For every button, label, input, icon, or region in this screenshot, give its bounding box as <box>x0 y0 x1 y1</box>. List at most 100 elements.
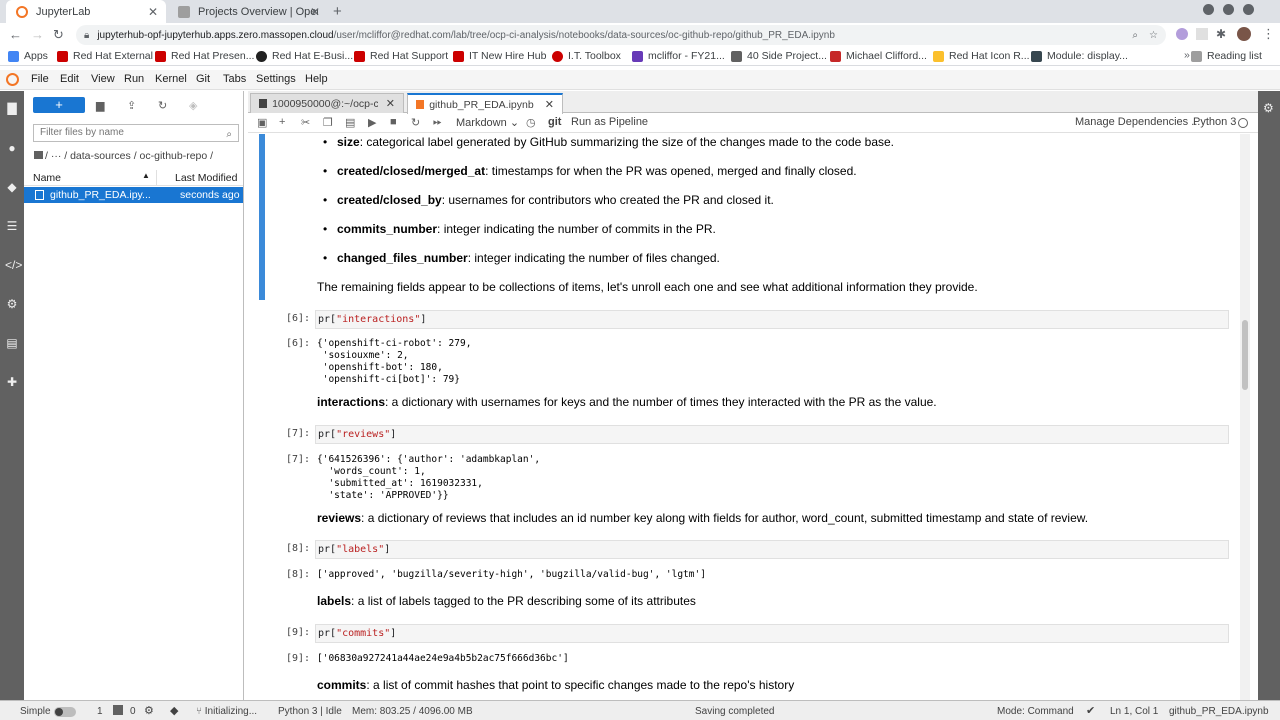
git-icon[interactable]: ◆ <box>5 180 19 194</box>
filter-files-input[interactable]: Filter files by name ⌕ <box>33 124 239 142</box>
bookmark-it-new-hire[interactable]: IT New Hire Hub <box>453 50 546 62</box>
kernel-status[interactable]: Python 3 | Idle <box>278 706 342 717</box>
bookmark-red-hat-support[interactable]: Red Hat Support <box>354 50 448 62</box>
tab-notebook[interactable]: github_PR_EDA.ipynb ✕ <box>407 93 563 114</box>
sheet-icon <box>731 50 742 62</box>
restart-icon[interactable]: ↻ <box>411 116 420 129</box>
code-icon[interactable]: </> <box>5 258 22 272</box>
refresh-icon[interactable]: ↻ <box>158 99 167 112</box>
bookmark-mcliffor[interactable]: mcliffor - FY21... <box>632 50 725 62</box>
close-icon[interactable]: ✕ <box>148 5 158 19</box>
list-item: created/closed_by: usernames for contrib… <box>323 193 774 207</box>
menu-help[interactable]: Help <box>305 73 328 85</box>
close-icon[interactable]: ✕ <box>310 5 320 19</box>
tab-terminal[interactable]: 1000950000@:~/ocp-ci-an ✕ <box>250 93 404 113</box>
browser-tab-jupyterlab[interactable]: JupyterLab ✕ <box>6 0 166 23</box>
scrollbar-thumb[interactable] <box>1242 320 1248 390</box>
star-icon[interactable]: ☆ <box>1149 30 1158 41</box>
bookmark-michael[interactable]: Michael Clifford... <box>830 50 927 62</box>
minimize-icon[interactable] <box>1203 4 1214 15</box>
new-tab-icon[interactable]: + <box>333 3 342 20</box>
simple-mode-toggle[interactable] <box>54 707 76 717</box>
browser-tab-projects[interactable]: Projects Overview | Opera ✕ <box>168 0 328 23</box>
git-button[interactable]: git <box>548 116 561 128</box>
avatar[interactable] <box>1237 27 1251 41</box>
bookmarks-overflow-icon[interactable]: » <box>1184 49 1190 61</box>
kernel-count[interactable]: 0 <box>130 706 136 717</box>
running-icon[interactable]: ● <box>5 141 19 155</box>
code-cell[interactable]: pr["interactions"] <box>315 310 1229 329</box>
bookmark-40-side[interactable]: 40 Side Project... <box>731 50 827 62</box>
cell-type-select[interactable]: Markdown ⌄ <box>456 116 519 129</box>
menu-kernel[interactable]: Kernel <box>155 73 187 85</box>
git-status[interactable]: ⑂ Initializing... <box>196 706 257 717</box>
table-of-contents-icon[interactable]: ☰ <box>5 219 19 233</box>
forward-icon[interactable]: → <box>31 27 44 42</box>
more-menu-icon[interactable]: ⋮ <box>1262 26 1275 42</box>
notebook-scrollbar[interactable] <box>1240 134 1250 700</box>
url-input[interactable]: 🔒︎ jupyterhub-opf-jupyterhub.apps.zero.m… <box>76 25 1166 45</box>
column-name[interactable]: Name <box>33 172 61 184</box>
code-cell[interactable]: pr["reviews"] <box>315 425 1229 444</box>
fast-forward-icon[interactable]: ⏩︎ <box>433 116 442 129</box>
close-window-icon[interactable] <box>1243 4 1254 15</box>
extension-icon[interactable] <box>1196 28 1208 40</box>
git-icon[interactable]: ◆ <box>170 704 178 717</box>
markdown-paragraph: labels: a list of labels tagged to the P… <box>317 594 696 608</box>
git-clone-icon[interactable]: ◈ <box>189 99 197 112</box>
menu-settings[interactable]: Settings <box>256 73 296 85</box>
property-inspector-icon[interactable]: ▤ <box>5 336 19 350</box>
maximize-icon[interactable] <box>1223 4 1234 15</box>
notebook-icon <box>35 190 44 200</box>
file-row[interactable]: github_PR_EDA.ipy... seconds ago <box>24 187 243 203</box>
trusted-icon[interactable]: ✔ <box>1086 704 1095 717</box>
close-icon[interactable]: ✕ <box>545 98 554 111</box>
add-cell-icon[interactable]: + <box>279 116 285 128</box>
bookmark-red-hat-presen[interactable]: Red Hat Presen... <box>155 50 254 62</box>
terminal-count[interactable]: 1 <box>97 706 103 717</box>
kernel-name[interactable]: Python 3 <box>1193 116 1236 128</box>
copy-icon[interactable]: ❐ <box>323 116 333 129</box>
bookmark-red-hat-ebusi[interactable]: Red Hat E-Busi... <box>256 50 353 62</box>
bookmark-it-toolbox[interactable]: I.T. Toolbox <box>552 50 621 62</box>
property-inspector-icon[interactable]: ⚙ <box>1263 101 1274 115</box>
bookmark-reading-list[interactable]: Reading list <box>1191 50 1262 62</box>
extension-icon[interactable] <box>1176 28 1188 40</box>
menu-view[interactable]: View <box>91 73 115 85</box>
menu-edit[interactable]: Edit <box>60 73 79 85</box>
code-cell[interactable]: pr["labels"] <box>315 540 1229 559</box>
menu-run[interactable]: Run <box>124 73 144 85</box>
cursor-position[interactable]: Ln 1, Col 1 <box>1110 706 1158 717</box>
upload-icon[interactable]: ⇪ <box>127 99 136 112</box>
new-folder-icon[interactable]: ▆ <box>96 99 104 112</box>
code-cell[interactable]: pr["commits"] <box>315 624 1229 643</box>
run-as-pipeline-button[interactable]: Run as Pipeline <box>571 116 648 128</box>
menu-git[interactable]: Git <box>196 73 210 85</box>
run-icon[interactable]: ▶ <box>368 116 376 129</box>
paste-icon[interactable]: ▤ <box>345 116 355 129</box>
menu-tabs[interactable]: Tabs <box>223 73 246 85</box>
bookmark-red-hat-icon[interactable]: Red Hat Icon R... <box>933 50 1030 62</box>
new-launcher-button[interactable]: + <box>33 97 85 113</box>
stop-icon[interactable]: ■ <box>390 116 397 128</box>
folder-icon[interactable]: ▇ <box>5 101 19 115</box>
settings-icon[interactable]: ⚙ <box>5 297 19 311</box>
save-icon[interactable]: ▣ <box>257 116 267 129</box>
close-icon[interactable]: ✕ <box>386 97 395 110</box>
puzzle-icon[interactable]: ✱ <box>1216 27 1226 41</box>
cut-icon[interactable]: ✂ <box>301 116 310 129</box>
manage-dependencies-button[interactable]: Manage Dependencies ... <box>1075 116 1200 128</box>
kernel-status-icon <box>1238 118 1248 128</box>
bookmark-module-display[interactable]: Module: display... <box>1031 50 1128 62</box>
bookmark-red-hat-external[interactable]: Red Hat External <box>57 50 153 62</box>
breadcrumb[interactable]: / ··· / data-sources / oc-github-repo / <box>34 150 213 162</box>
notebook-toolbar: ▣ + ✂ ❐ ▤ ▶ ■ ↻ ⏩︎ Markdown ⌄ ◷ git Run … <box>248 113 1258 133</box>
column-last-modified[interactable]: Last Modified <box>175 172 237 184</box>
clock-icon[interactable]: ◷ <box>526 116 536 129</box>
back-icon[interactable]: ← <box>9 27 22 42</box>
bookmark-apps[interactable]: Apps <box>8 50 48 62</box>
menu-file[interactable]: File <box>31 73 49 85</box>
extension-icon[interactable]: ✚ <box>5 375 19 389</box>
zoom-icon[interactable]: ⌕ <box>1132 30 1138 41</box>
reload-icon[interactable]: ↻ <box>53 27 64 43</box>
